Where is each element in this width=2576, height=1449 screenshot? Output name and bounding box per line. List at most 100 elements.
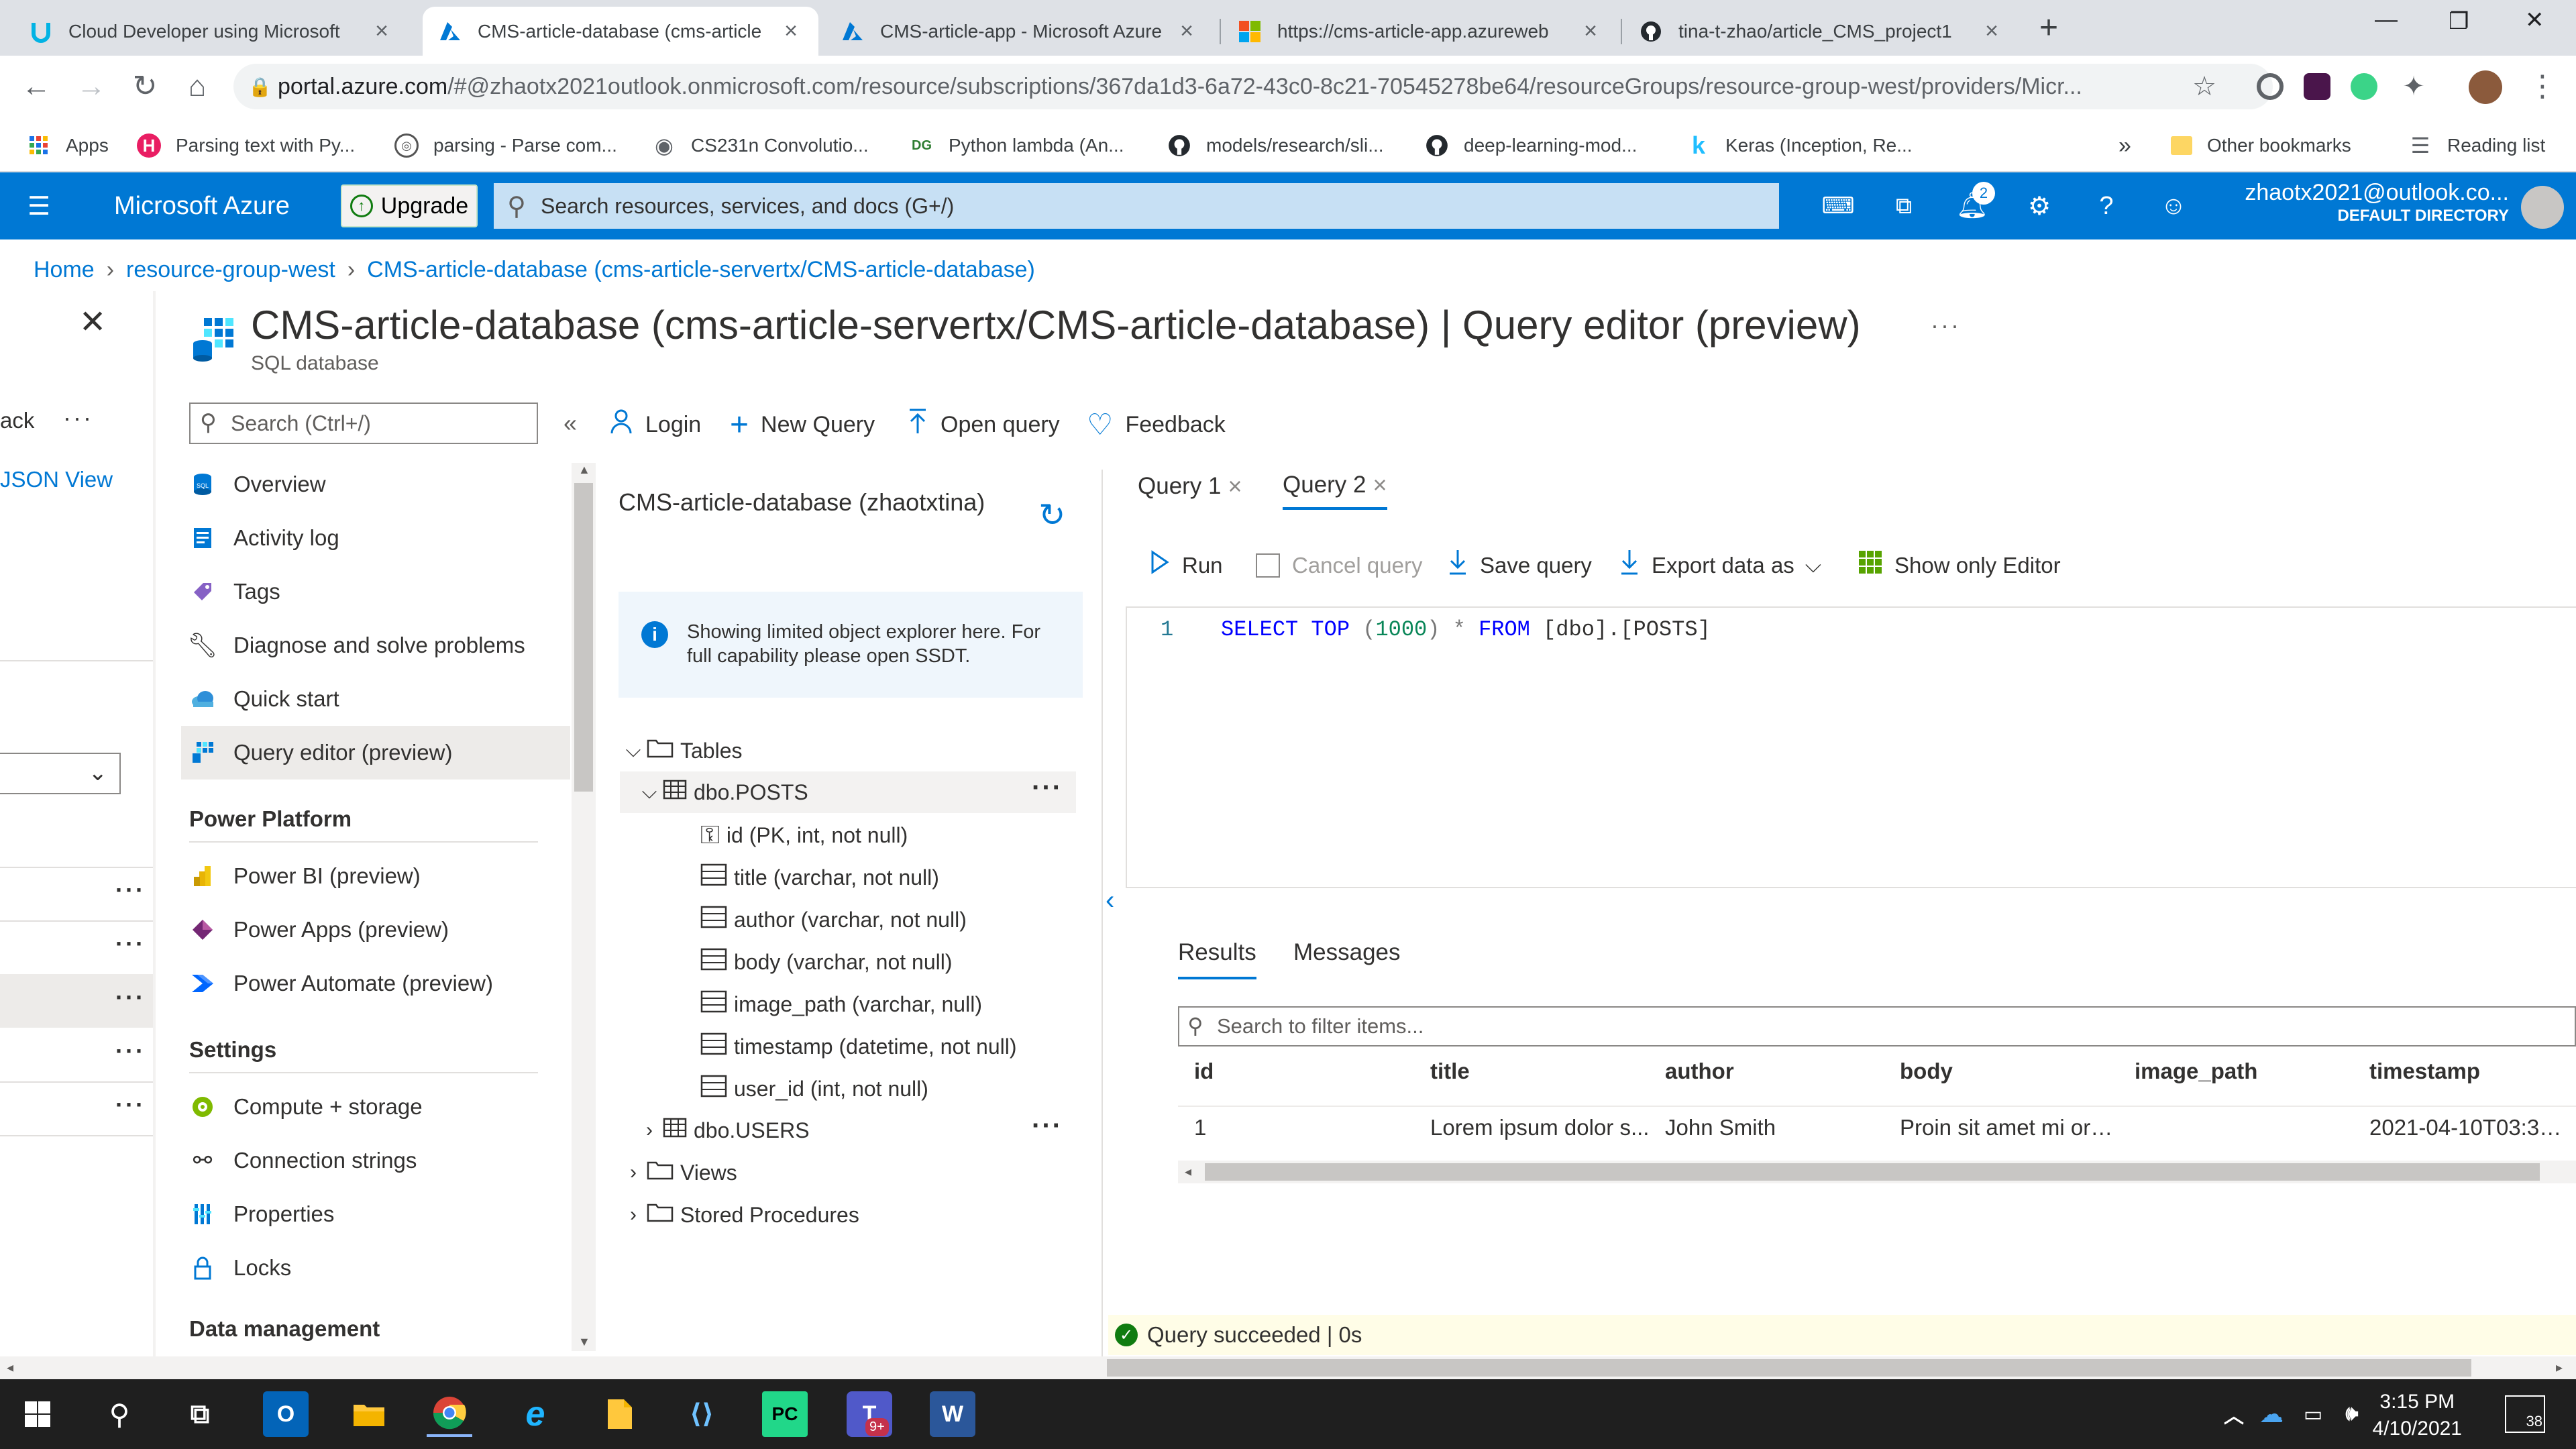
scroll-left-icon[interactable]: ◂ [1185, 1163, 1191, 1180]
action-center-icon[interactable]: 38 [2505, 1395, 2545, 1433]
column-header-id[interactable]: id [1194, 1059, 1214, 1084]
help-icon[interactable]: ? [2088, 190, 2125, 222]
tree-column-title[interactable]: title (varchar, not null) [700, 857, 939, 898]
dropdown-select[interactable]: ⌄ [0, 753, 121, 794]
bookmark-deep-learning[interactable]: deep-learning-mod... [1425, 129, 1637, 162]
scrollbar-thumb[interactable] [574, 483, 593, 792]
url-field[interactable]: 🔒 portal.azure.com/#@zhaotx2021outlook.o… [233, 64, 2273, 109]
outlook-icon[interactable]: O [263, 1391, 309, 1437]
column-header-timestamp[interactable]: timestamp [2369, 1059, 2480, 1084]
directory-filter-icon[interactable]: ⧉ [1885, 190, 1923, 222]
extension-circle-icon[interactable] [2257, 73, 2284, 100]
tree-node-stored-procedures[interactable]: › Stored Procedures [620, 1194, 859, 1236]
column-header-title[interactable]: title [1430, 1059, 1470, 1084]
menu-item-overview[interactable]: SQL Overview [181, 458, 570, 511]
menu-item-power-bi[interactable]: Power BI (preview) [181, 849, 570, 903]
collapse-menu-icon[interactable]: « [564, 409, 577, 437]
tree-column-image-path[interactable]: image_path (varchar, null) [700, 983, 982, 1025]
reading-list[interactable]: ☰ Reading list [2408, 129, 2546, 162]
tree-column-user-id[interactable]: user_id (int, not null) [700, 1068, 928, 1110]
close-tab-icon[interactable]: × [780, 18, 802, 44]
menu-item-properties[interactable]: Properties [181, 1187, 570, 1241]
bookmark-cs231n[interactable]: ◉ CS231n Convolutio... [652, 129, 869, 162]
menu-item-power-automate[interactable]: Power Automate (preview) [181, 957, 570, 1010]
edge-icon[interactable]: e [513, 1391, 558, 1437]
browser-tab-github[interactable]: tina-t-zhao/article_CMS_project1 × [1623, 7, 2019, 56]
new-tab-button[interactable]: + [2039, 9, 2058, 46]
new-query-button[interactable]: + New Query [730, 401, 875, 448]
menu-item-query-editor[interactable]: Query editor (preview) [181, 726, 570, 780]
close-tab-icon[interactable]: × [1228, 472, 1242, 500]
feedback-button[interactable]: ♡ Feedback [1087, 401, 1226, 448]
tab-query-1[interactable]: Query 1 × [1138, 463, 1242, 510]
account-menu[interactable]: zhaotx2021@outlook.co... DEFAULT DIRECTO… [2245, 179, 2509, 226]
windows-start-icon[interactable] [15, 1391, 60, 1437]
volume-icon[interactable]: 🕪︎ [2329, 1391, 2375, 1437]
reload-icon[interactable]: ↻ [125, 70, 165, 103]
scroll-right-icon[interactable]: ▸ [2556, 1359, 2563, 1376]
scroll-left-icon[interactable]: ◂ [7, 1359, 13, 1376]
table-more-icon[interactable]: ··· [1032, 1111, 1063, 1141]
minimize-icon[interactable]: — [2375, 7, 2398, 33]
azure-brand[interactable]: Microsoft Azure [114, 172, 290, 239]
search-icon[interactable]: ⚲ [97, 1391, 142, 1437]
tab-query-2[interactable]: Query 2 × [1283, 463, 1387, 510]
scrollbar-thumb[interactable] [1107, 1359, 2471, 1377]
back-icon[interactable]: ← [16, 70, 56, 103]
row-more-icon[interactable]: ··· [115, 1037, 146, 1065]
tab-messages[interactable]: Messages [1293, 939, 1401, 979]
forward-icon[interactable]: → [71, 70, 111, 103]
cancel-query-button[interactable]: Cancel query [1256, 542, 1422, 589]
menu-item-quick-start[interactable]: Quick start [181, 672, 570, 726]
onedrive-icon[interactable]: ☁ [2249, 1391, 2294, 1437]
extension-grammarly-icon[interactable] [2351, 73, 2377, 100]
breadcrumb-resource-group[interactable]: resource-group-west [126, 257, 335, 283]
export-data-dropdown[interactable]: Export data as ⌵ [1619, 542, 1821, 589]
breadcrumb-home[interactable]: Home [34, 257, 95, 283]
open-query-button[interactable]: Open query [907, 401, 1060, 448]
menu-item-tags[interactable]: Tags [181, 565, 570, 619]
browser-tab-cms-app[interactable]: CMS-article-app - Microsoft Azure × [825, 7, 1214, 56]
save-query-button[interactable]: Save query [1448, 542, 1592, 589]
bookmark-parsing-text[interactable]: H Parsing text with Py... [137, 129, 355, 162]
tree-column-id[interactable]: ⚿ id (PK, int, not null) [700, 814, 908, 856]
bookmark-models-research[interactable]: models/research/sli... [1167, 129, 1384, 162]
results-filter-input[interactable]: ⚲ Search to filter items... [1178, 1006, 2576, 1046]
file-folder-icon[interactable] [597, 1391, 643, 1437]
bookmark-python-lambda[interactable]: DG Python lambda (An... [910, 129, 1124, 162]
visual-studio-code-icon[interactable]: ⟨⟩ [679, 1391, 724, 1437]
bookmark-star-icon[interactable]: ☆ [2184, 70, 2224, 103]
pycharm-icon[interactable]: PC [762, 1391, 808, 1437]
menu-item-diagnose[interactable]: 🔧︎ Diagnose and solve problems [181, 619, 570, 672]
table-more-icon[interactable]: ··· [1032, 773, 1063, 803]
menu-scrollbar[interactable]: ▲ ▼ [572, 463, 596, 1351]
hamburger-menu-icon[interactable]: ☰ [20, 190, 58, 222]
bookmark-keras[interactable]: k Keras (Inception, Re... [1686, 129, 1913, 162]
browser-tab-udacity[interactable]: Cloud Developer using Microsoft × [13, 7, 409, 56]
row-more-icon[interactable]: ··· [115, 983, 146, 1012]
run-button[interactable]: Run [1150, 542, 1223, 589]
tree-node-users[interactable]: › dbo.USERS ··· [620, 1110, 1076, 1151]
task-view-icon[interactable]: ⧉ [177, 1391, 223, 1437]
close-tab-icon[interactable]: × [1980, 18, 2003, 44]
close-tab-icon[interactable]: × [370, 18, 393, 44]
menu-item-connection-strings[interactable]: ⚯ Connection strings [181, 1134, 570, 1187]
tree-column-author[interactable]: author (varchar, not null) [700, 899, 967, 941]
column-header-author[interactable]: author [1665, 1059, 1734, 1084]
chrome-icon[interactable] [427, 1391, 472, 1437]
extensions-puzzle-icon[interactable]: ✦ [2394, 70, 2434, 103]
chrome-menu-icon[interactable]: ⋮ [2522, 70, 2563, 103]
menu-item-locks[interactable]: Locks [181, 1241, 570, 1295]
collapse-explorer-icon[interactable]: ‹ [1106, 885, 1114, 916]
row-more-icon[interactable]: ··· [115, 930, 146, 958]
close-window-icon[interactable]: ✕ [2525, 7, 2544, 34]
browser-tab-website[interactable]: https://cms-article-app.azureweb × [1222, 7, 1618, 56]
bookmarks-overflow-icon[interactable]: » [2118, 129, 2131, 162]
upgrade-button[interactable]: ↑ Upgrade [341, 184, 478, 227]
cloud-shell-icon[interactable]: ⌨ [1819, 190, 1857, 222]
login-button[interactable]: Login [609, 401, 701, 448]
tree-node-posts[interactable]: ⌵ dbo.POSTS ··· [620, 771, 1076, 813]
tab-results[interactable]: Results [1178, 939, 1256, 979]
results-horizontal-scrollbar[interactable]: ◂ [1178, 1161, 2576, 1183]
word-icon[interactable]: W [930, 1391, 975, 1437]
